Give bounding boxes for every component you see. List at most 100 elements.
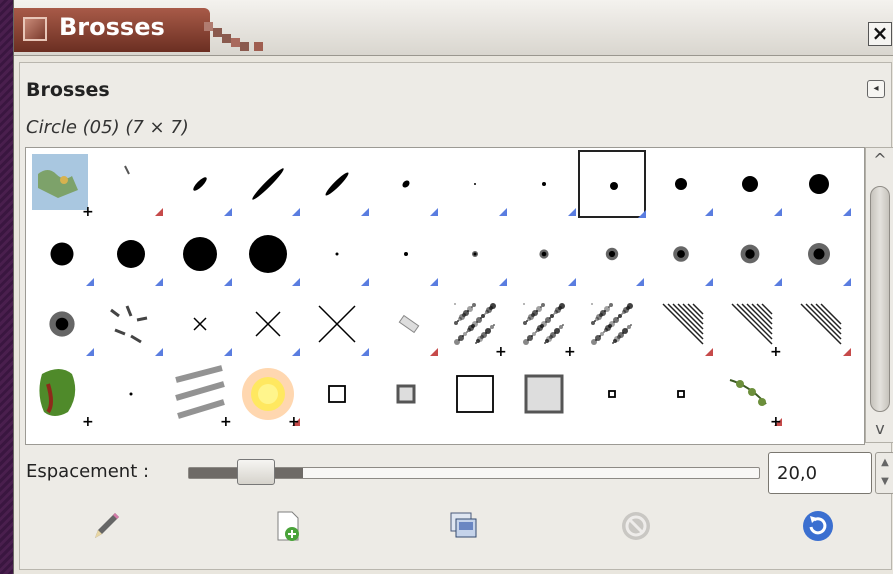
brush-cell[interactable]	[716, 150, 784, 218]
brush-cell[interactable]	[303, 290, 371, 358]
brush-cell[interactable]	[234, 220, 302, 288]
brush-cell[interactable]	[97, 360, 165, 428]
brush-cell[interactable]: +	[234, 360, 302, 430]
delete-icon	[622, 512, 650, 540]
spacing-spin-buttons[interactable]: ▲ ▼	[875, 452, 893, 494]
edit-brush-button[interactable]	[88, 508, 124, 544]
pencil-icon	[95, 513, 119, 538]
brush-preview: +	[731, 303, 782, 360]
delete-brush-button[interactable]	[618, 508, 654, 544]
brush-cell[interactable]	[28, 220, 96, 288]
brush-preview	[116, 240, 163, 286]
brush-cell[interactable]	[785, 150, 853, 218]
brush-cell[interactable]	[303, 150, 371, 218]
spacing-value-field[interactable]: 20,0	[768, 452, 872, 494]
brush-preview	[662, 303, 714, 356]
brush-preview	[249, 235, 301, 286]
brush-cell[interactable]	[441, 150, 509, 218]
brush-cell[interactable]	[578, 360, 646, 428]
new-brush-button[interactable]	[270, 508, 306, 544]
brush-cell[interactable]	[303, 220, 371, 288]
brush-preview	[591, 303, 634, 345]
brush-cell[interactable]	[441, 220, 509, 288]
brush-cell[interactable]: +	[441, 290, 509, 360]
brush-grid-scrollbar[interactable]: ^ v	[865, 147, 893, 443]
brush-preview	[328, 385, 347, 403]
brush-cell[interactable]	[578, 290, 646, 358]
brush-cell[interactable]	[647, 220, 715, 288]
brush-cell[interactable]	[510, 220, 578, 288]
brush-preview	[473, 183, 507, 216]
brush-preview	[398, 314, 438, 356]
brush-preview	[610, 182, 647, 218]
brush-cell[interactable]	[785, 290, 853, 358]
brush-preview	[524, 374, 564, 414]
spin-down-icon[interactable]: ▼	[876, 472, 893, 491]
brush-cell[interactable]	[372, 360, 440, 428]
brush-cell[interactable]	[234, 290, 302, 358]
dock-content: Brosses ◂ Circle (05) (7 × 7) + + + + + + + + ^…	[19, 62, 893, 570]
brush-cell[interactable]	[647, 290, 715, 358]
duplicate-icon	[450, 512, 477, 538]
spacing-label: Espacement :	[26, 461, 150, 482]
scroll-up-icon[interactable]: ^	[866, 150, 893, 169]
brush-cell[interactable]: +	[716, 290, 784, 360]
brush-cell[interactable]	[28, 290, 96, 358]
svg-text:+: +	[82, 204, 94, 218]
brush-cell[interactable]	[97, 220, 165, 288]
brush-preview	[742, 176, 782, 216]
scrollbar-thumb[interactable]	[870, 186, 890, 412]
duplicate-brush-button[interactable]	[445, 508, 481, 544]
brush-cell[interactable]	[303, 360, 371, 428]
brush-cell[interactable]: +	[28, 360, 96, 430]
brush-cell[interactable]: +	[510, 290, 578, 360]
brush-cell[interactable]	[234, 150, 302, 218]
brush-preview	[402, 180, 438, 216]
brush-preview: +	[522, 303, 575, 360]
spacing-slider-handle[interactable]	[237, 459, 275, 485]
brush-cell[interactable]	[441, 360, 509, 428]
brush-cell[interactable]	[166, 150, 234, 218]
brush-preview	[606, 247, 645, 286]
brush-cell[interactable]	[166, 220, 234, 288]
window-title: Brosses	[59, 13, 165, 41]
brush-cell[interactable]	[578, 150, 647, 218]
close-button[interactable]: ×	[868, 22, 892, 46]
panel-menu-button[interactable]: ◂	[867, 80, 885, 98]
brush-preview: +	[453, 303, 507, 360]
brush-cell[interactable]	[578, 220, 646, 288]
brush-cell[interactable]	[716, 220, 784, 288]
brushes-dialog: Brosses × Brosses ◂ Circle (05) (7 × 7) …	[13, 0, 893, 574]
brush-cell[interactable]	[372, 290, 440, 358]
svg-text:+: +	[495, 344, 507, 358]
brush-cell[interactable]	[785, 220, 853, 288]
brush-cell[interactable]	[97, 150, 165, 218]
refresh-icon	[803, 511, 833, 541]
brush-cell[interactable]	[372, 220, 440, 288]
brush-cell[interactable]: +	[716, 360, 784, 430]
title-bar[interactable]: Brosses ×	[14, 0, 893, 56]
panel-title: Brosses	[26, 79, 110, 101]
brush-cell[interactable]	[97, 290, 165, 358]
brush-preview	[677, 390, 686, 398]
brush-cell[interactable]	[166, 290, 234, 358]
brush-preview	[335, 252, 370, 286]
brush-preview	[808, 174, 851, 216]
brush-cell[interactable]	[647, 150, 715, 218]
refresh-brushes-button[interactable]	[800, 508, 836, 544]
brush-cell[interactable]	[647, 360, 715, 428]
brush-cell[interactable]: +	[166, 360, 234, 430]
brush-preview	[455, 375, 494, 413]
brush-grid[interactable]: + + + + + + + +	[25, 147, 865, 445]
brush-cell[interactable]	[510, 150, 578, 218]
brush-preview	[673, 246, 714, 286]
brush-cell[interactable]	[372, 150, 440, 218]
spin-up-icon[interactable]: ▲	[876, 453, 893, 472]
brush-preview	[129, 392, 133, 396]
window-icon	[23, 17, 47, 41]
scroll-down-icon[interactable]: v	[866, 419, 893, 438]
brush-cell[interactable]: +	[28, 150, 96, 220]
brush-preview	[800, 303, 851, 356]
brush-preview: +	[242, 368, 301, 430]
brush-cell[interactable]	[510, 360, 578, 428]
